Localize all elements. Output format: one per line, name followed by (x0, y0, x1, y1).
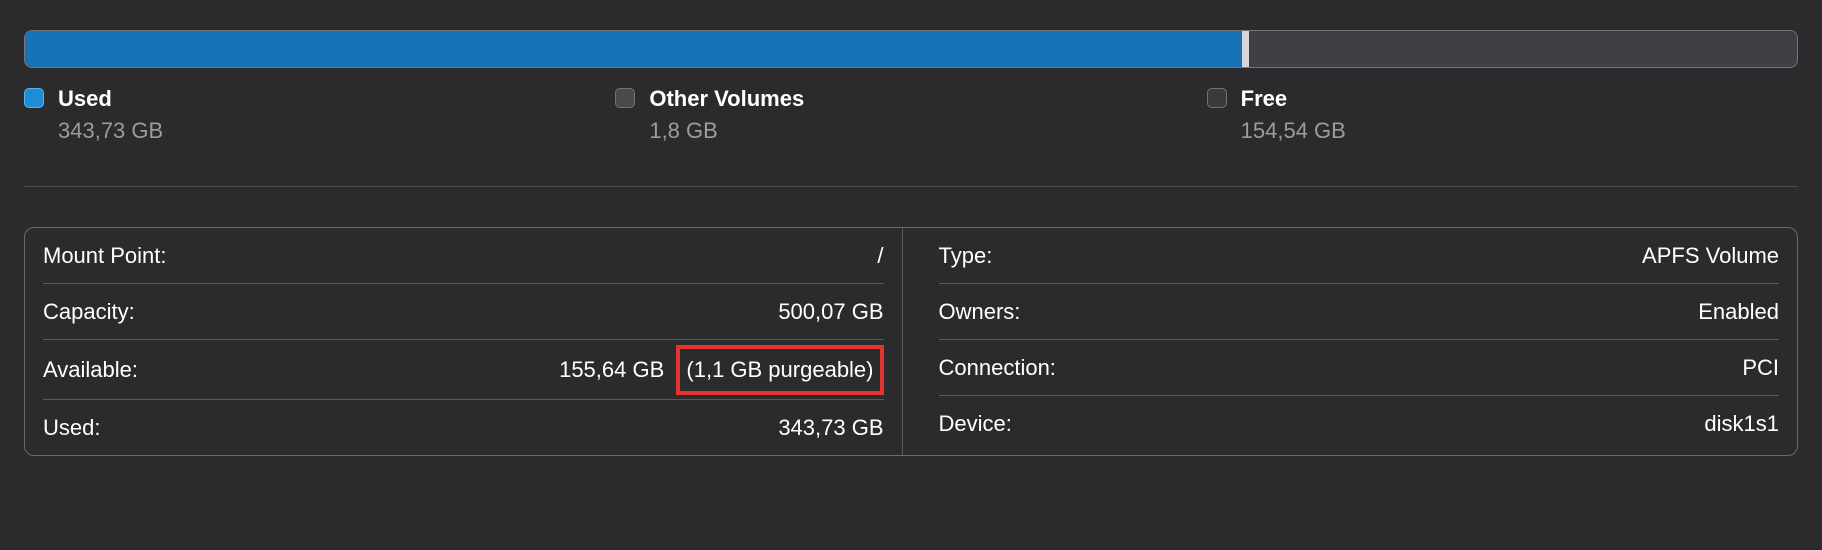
row-connection: Connection: PCI (939, 339, 1780, 395)
label-owners: Owners: (939, 299, 1021, 325)
row-available: Available: 155,64 GB (1,1 GB purgeable) (43, 339, 884, 399)
label-type: Type: (939, 243, 993, 269)
row-used: Used: 343,73 GB (43, 399, 884, 455)
legend-swatch-used (24, 88, 44, 108)
value-device: disk1s1 (1704, 411, 1779, 437)
label-connection: Connection: (939, 355, 1056, 381)
section-separator (24, 186, 1798, 187)
legend-item-free: Free 154,54 GB (1207, 86, 1798, 144)
legend-value-used: 343,73 GB (58, 118, 163, 144)
row-owners: Owners: Enabled (939, 283, 1780, 339)
value-mount-point: / (877, 243, 883, 269)
value-available-purgeable: (1,1 GB purgeable) (686, 357, 873, 382)
value-connection: PCI (1742, 355, 1779, 381)
value-owners: Enabled (1698, 299, 1779, 325)
label-used: Used: (43, 415, 100, 441)
row-mount-point: Mount Point: / (43, 228, 884, 283)
legend-label-free: Free (1241, 86, 1346, 112)
value-type: APFS Volume (1642, 243, 1779, 269)
annotation-purgeable-highlight: (1,1 GB purgeable) (676, 345, 883, 395)
legend-label-used: Used (58, 86, 163, 112)
storage-segment-other (1242, 31, 1249, 67)
storage-segment-used (25, 31, 1242, 67)
row-device: Device: disk1s1 (939, 395, 1780, 451)
legend-swatch-free (1207, 88, 1227, 108)
row-capacity: Capacity: 500,07 GB (43, 283, 884, 339)
legend-item-used: Used 343,73 GB (24, 86, 615, 144)
volume-details-panel: Mount Point: / Capacity: 500,07 GB Avail… (24, 227, 1798, 456)
legend-item-other: Other Volumes 1,8 GB (615, 86, 1206, 144)
legend-value-other: 1,8 GB (649, 118, 804, 144)
label-device: Device: (939, 411, 1012, 437)
legend-value-free: 154,54 GB (1241, 118, 1346, 144)
storage-usage-bar (24, 30, 1798, 68)
legend-swatch-other (615, 88, 635, 108)
storage-segment-free (1249, 31, 1797, 67)
label-mount-point: Mount Point: (43, 243, 167, 269)
storage-legend: Used 343,73 GB Other Volumes 1,8 GB Free… (24, 86, 1798, 144)
label-capacity: Capacity: (43, 299, 135, 325)
value-used: 343,73 GB (778, 415, 883, 441)
legend-label-other: Other Volumes (649, 86, 804, 112)
value-capacity: 500,07 GB (778, 299, 883, 325)
value-available: 155,64 GB (559, 357, 664, 382)
row-type: Type: APFS Volume (939, 228, 1780, 283)
label-available: Available: (43, 357, 138, 383)
